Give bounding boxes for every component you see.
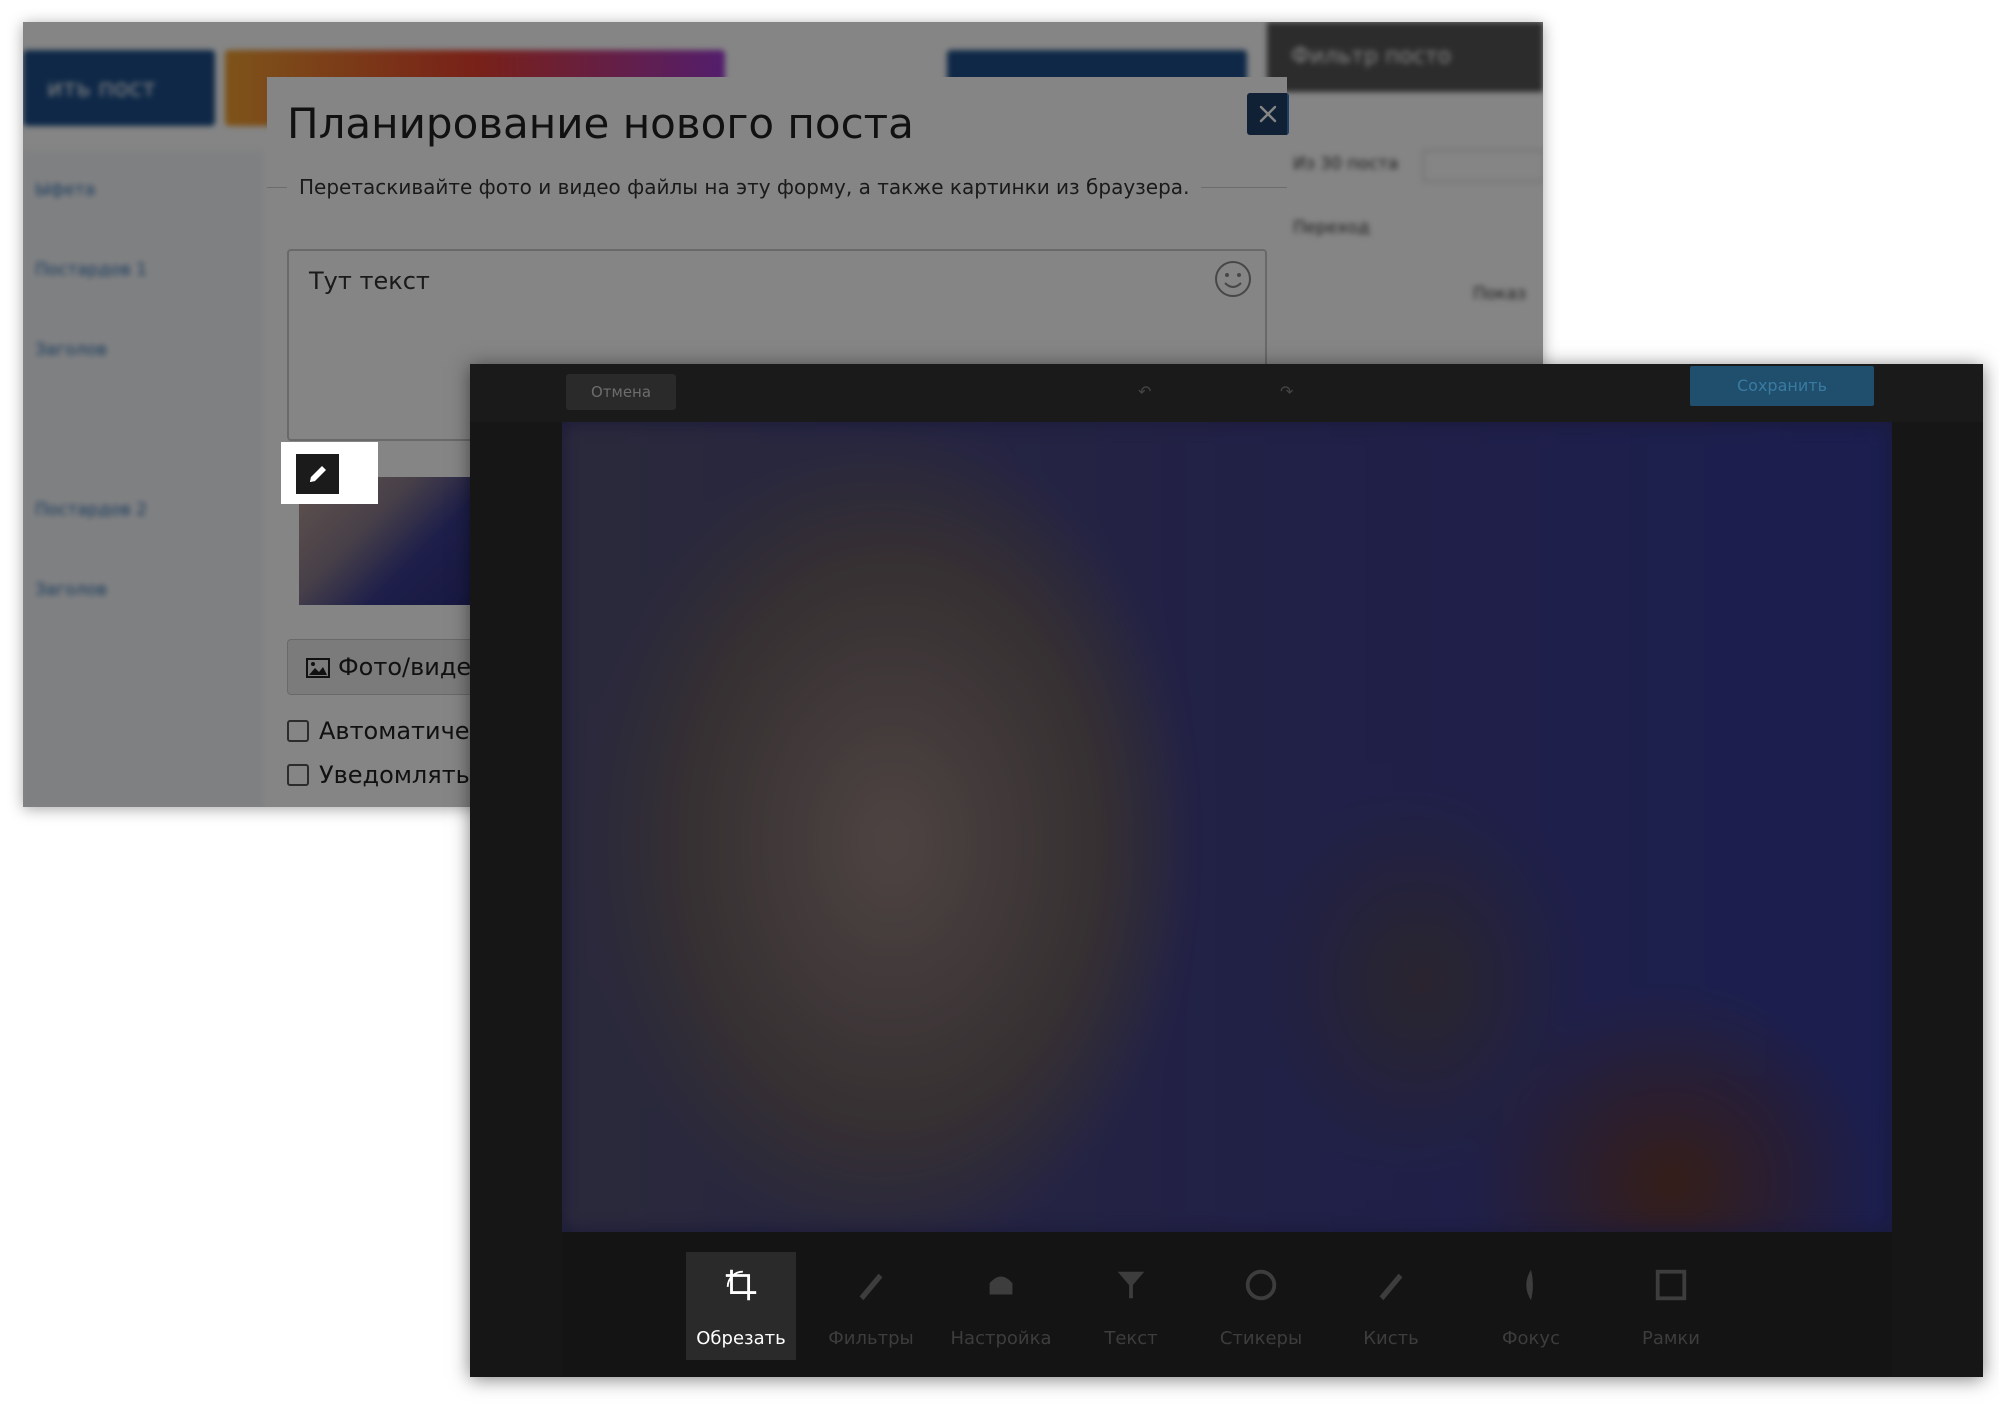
undo-icon[interactable]: ↶ [1138,382,1151,401]
notify-checkbox-row[interactable]: Уведомлять [287,761,470,789]
tool-label: Кисть [1363,1328,1419,1349]
canvas-dim [562,422,1892,1232]
filter-icon [1117,1271,1145,1299]
notify-checkbox-label: Уведомлять [319,761,470,789]
adjust-icon [989,1276,1013,1295]
notify-checkbox[interactable] [287,764,309,786]
tool-focus[interactable]: Фокус [1476,1252,1586,1360]
modal-title: Планирование нового поста [287,99,914,148]
tool-label: Фильтры [828,1328,914,1349]
tool-label: Текст [1104,1328,1158,1349]
tool-label: Рамки [1641,1328,1701,1349]
close-button[interactable] [1247,93,1289,135]
close-icon [1259,105,1277,123]
tool-text[interactable]: Текст [1076,1252,1186,1360]
tool-stickers[interactable]: Стикеры [1206,1252,1316,1360]
pencil-icon [309,466,326,482]
edit-photo-highlight [281,442,378,504]
cancel-button[interactable]: Отмена [566,374,676,410]
emoji-icon[interactable] [1213,259,1253,299]
redo-icon[interactable]: ↷ [1280,382,1293,401]
tool-label: Обрезать [696,1328,786,1349]
brush-icon [1379,1273,1403,1301]
pencil-icon [859,1273,883,1301]
drop-hint: Перетаскивайте фото и видео файлы на эту… [287,175,1202,199]
tool-crop[interactable]: Обрезать [686,1252,796,1360]
editor-right-margin [1892,364,1983,1377]
tool-adjust[interactable]: Настройка [946,1252,1056,1360]
post-text-value[interactable]: Тут текст [309,267,430,295]
frame-icon [1655,1269,1687,1301]
auto-checkbox-row[interactable]: Автоматичес [287,717,483,745]
editor-left-margin [470,364,562,1377]
image-editor-screenshot: Отмена ↶ ↷ Сохранить Обрезать Фильтры На… [470,364,1983,1377]
image-icon [306,658,330,678]
sticker-icon [1245,1269,1277,1301]
tool-filters[interactable]: Фильтры [816,1252,926,1360]
focus-icon [1526,1269,1533,1301]
add-media-label: Фото/виде [338,653,472,681]
tool-frames[interactable]: Рамки [1616,1252,1726,1360]
tool-label: Настройка [950,1328,1052,1349]
tool-label: Фокус [1502,1328,1560,1349]
tool-brush[interactable]: Кисть [1336,1252,1446,1360]
editor-canvas[interactable] [562,422,1892,1232]
auto-checkbox-label: Автоматичес [319,717,483,745]
edit-photo-button[interactable] [296,454,339,494]
auto-checkbox[interactable] [287,720,309,742]
tool-label: Стикеры [1219,1328,1303,1349]
editor-top-bar: Отмена ↶ ↷ Сохранить [470,364,1983,422]
editor-toolbar: Обрезать Фильтры Настройка Текст Стикеры [562,1232,1892,1362]
save-button[interactable]: Сохранить [1690,366,1874,406]
crop-icon [725,1269,757,1301]
